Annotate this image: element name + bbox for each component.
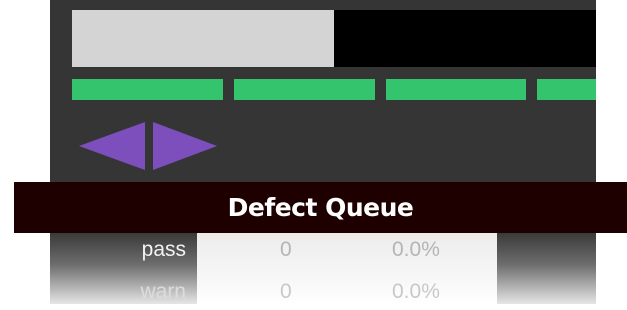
prev-button[interactable] (77, 120, 147, 172)
row-label: warn (140, 280, 186, 303)
row-count: 0 (280, 238, 292, 261)
triangle-left-icon (79, 122, 145, 170)
row-count: 0 (280, 280, 292, 303)
table-row: pass 0 0.0% (50, 238, 596, 268)
row-label: pass (141, 238, 186, 261)
title-bar: Defect Queue (14, 182, 627, 233)
step-segment-3[interactable] (386, 79, 526, 100)
triangle-right-icon (153, 122, 217, 170)
row-percent: 0.0% (392, 238, 440, 261)
preview-strip (72, 10, 596, 67)
progress-fill (72, 10, 334, 67)
step-segment-4[interactable] (537, 79, 596, 100)
row-percent: 0.0% (392, 280, 440, 303)
step-segment-2[interactable] (234, 79, 375, 100)
page-title: Defect Queue (227, 193, 414, 222)
step-segment-1[interactable] (72, 79, 223, 100)
next-button[interactable] (151, 120, 219, 172)
table-row: warn 0 0.0% (50, 280, 596, 310)
